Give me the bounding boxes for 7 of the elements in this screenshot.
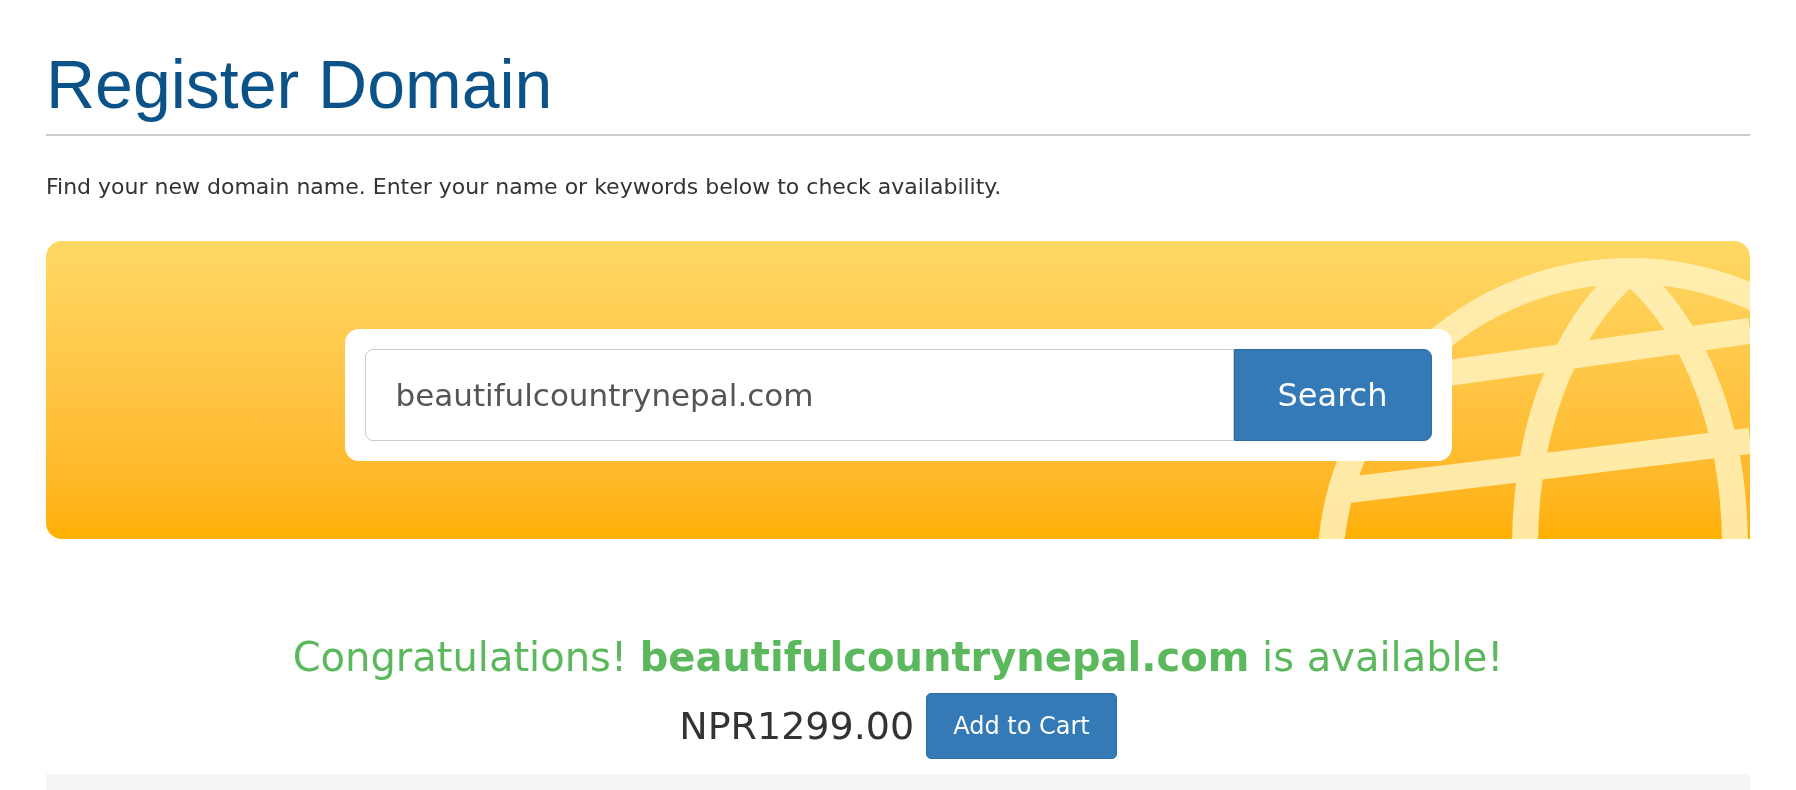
page-title: Register Domain	[46, 45, 554, 124]
add-to-cart-button[interactable]: Add to Cart	[926, 693, 1117, 759]
availability-message: Congratulations! beautifulcountrynepal.com is available!	[292, 633, 1504, 682]
domain-input[interactable]: beautifulcountrynepal.com	[364, 349, 1234, 441]
intro-text: Find your new domain name. Enter your name or keywords below to check availability.	[46, 173, 1003, 201]
search-button[interactable]: Search	[1233, 349, 1432, 441]
price-text: NPR1299.00	[679, 702, 915, 750]
